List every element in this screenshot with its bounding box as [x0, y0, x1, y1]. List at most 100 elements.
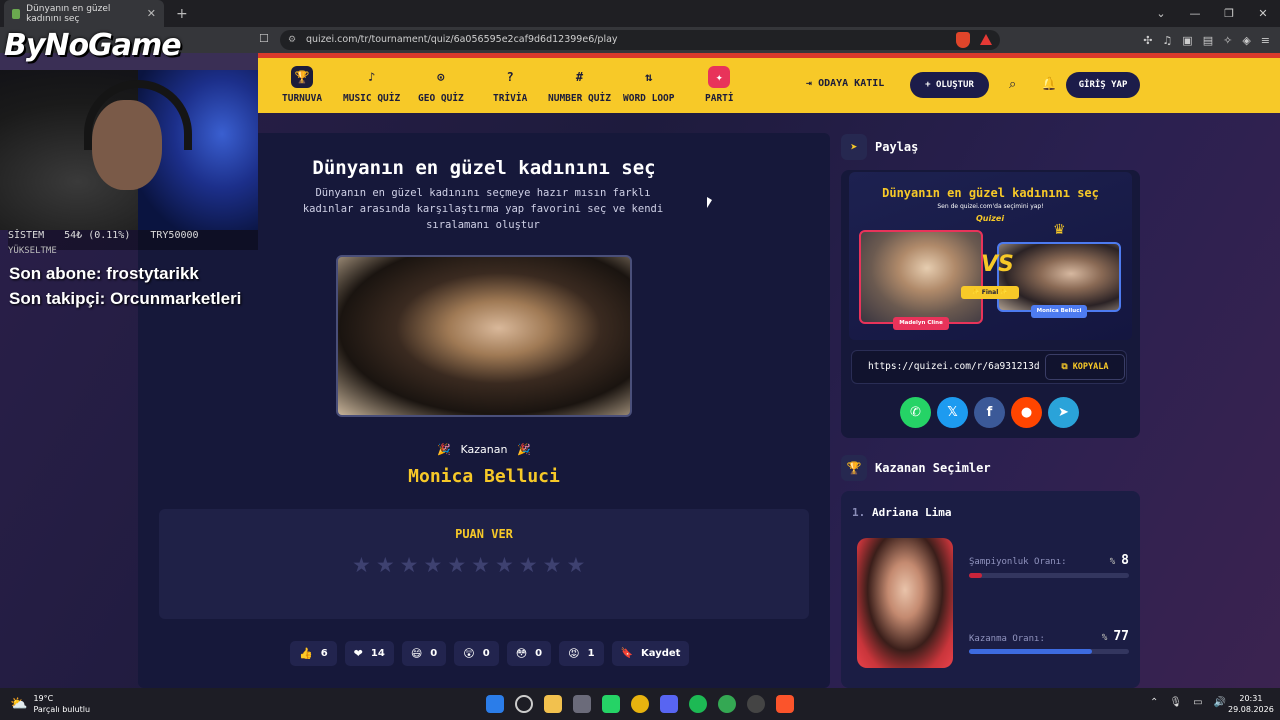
star-2[interactable]: ★	[376, 553, 395, 577]
reaction-button[interactable]: 😄 0	[401, 641, 447, 666]
champion-rate-fill	[969, 573, 982, 578]
reddit-icon[interactable]: ●	[1011, 397, 1042, 428]
wallet-icon[interactable]: ▤	[1203, 34, 1213, 47]
brave-shield-icon[interactable]	[956, 32, 970, 48]
share-panel: Dünyanın en güzel kadınını seç Sen de qu…	[841, 170, 1140, 438]
nav-item-geo-quiz[interactable]: ⊙ GEO QUİZ	[418, 66, 464, 104]
nav-item-trivia[interactable]: ? TRİVİA	[493, 66, 527, 104]
reaction-count: 14	[370, 648, 385, 659]
reaction-button[interactable]: 😡 1	[559, 641, 604, 666]
create-button[interactable]: + OLUŞTUR	[910, 72, 989, 98]
favicon-icon	[12, 8, 21, 19]
star-4[interactable]: ★	[423, 553, 442, 577]
winner-list-item[interactable]: 1. Adriana Lima Şampiyonluk Oranı: % 8 Ka…	[841, 491, 1140, 688]
minimize-icon[interactable]: —	[1178, 0, 1212, 27]
nav-item-turnuva[interactable]: 🏆 TURNUVA	[282, 66, 322, 104]
nav-item-parti[interactable]: ✦ PARTİ	[705, 66, 734, 104]
microphone-icon[interactable]: 🎙	[1169, 697, 1182, 708]
url-text: quizei.com/tr/tournament/quiz/6a056595e2…	[306, 34, 618, 45]
star-10[interactable]: ★	[566, 553, 585, 577]
brave-icon[interactable]	[776, 695, 794, 713]
social-buttons: ✆ 𝕏 f ● ➤	[900, 397, 1079, 428]
reaction-emoji: ❤	[353, 647, 363, 660]
champion-rate-value: % 8	[1110, 553, 1129, 568]
reaction-button[interactable]: 😲 0	[454, 641, 499, 666]
clock-time: 20:31	[1239, 694, 1263, 703]
star-9[interactable]: ★	[543, 553, 562, 577]
restore-icon[interactable]: ❐	[1212, 0, 1246, 27]
reaction-button[interactable]: ❤ 14	[344, 641, 394, 666]
copy-button[interactable]: ⧉ KOPYALA	[1045, 354, 1125, 380]
chrome-icon[interactable]	[631, 695, 649, 713]
facebook-icon[interactable]: f	[974, 397, 1005, 428]
winners-heading: 🏆 Kazanan Seçimler	[841, 455, 991, 481]
star-1[interactable]: ★	[352, 553, 371, 577]
search-icon[interactable]: ⌕	[1009, 77, 1016, 92]
search-icon[interactable]	[515, 695, 533, 713]
share-link[interactable]: https://quizei.com/r/6a931213d	[868, 351, 1044, 383]
file-explorer-icon[interactable]	[544, 695, 562, 713]
champion-rate-number: 8	[1121, 553, 1129, 568]
bookmark-icon[interactable]: ☐	[259, 32, 269, 45]
tray-chevron-icon[interactable]: ⌃	[1150, 697, 1158, 708]
star-rating[interactable]: ★ ★ ★ ★ ★ ★ ★ ★ ★ ★	[352, 553, 585, 577]
menu-icon[interactable]: ≡	[1261, 34, 1270, 47]
whatsapp-icon[interactable]: ✆	[900, 397, 931, 428]
sidebar-icon[interactable]: ▣	[1182, 34, 1192, 47]
vpn-icon[interactable]: ◈	[1242, 34, 1250, 47]
new-tab-icon[interactable]: +	[176, 6, 188, 22]
bookmark-icon: 🔖	[620, 648, 634, 659]
reaction-button[interactable]: 😳 0	[506, 641, 552, 666]
weather-widget[interactable]: ⛅ 19°C Parçalı bulutlu	[10, 693, 90, 715]
winner-rank: 1.	[852, 506, 866, 519]
x-icon[interactable]: 𝕏	[937, 397, 968, 428]
close-tab-icon[interactable]: ✕	[147, 7, 156, 20]
quizei-logo: Quizei	[976, 214, 1005, 223]
nav-item-word-loop[interactable]: ⇅ WORD LOOP	[623, 66, 674, 104]
star-6[interactable]: ★	[471, 553, 490, 577]
discord-icon[interactable]	[660, 695, 678, 713]
media-icon[interactable]: ♫	[1162, 34, 1172, 47]
spotify-icon[interactable]	[689, 695, 707, 713]
url-field[interactable]: ⚙ quizei.com/tr/tournament/quiz/6a056595…	[280, 30, 1000, 50]
tab-search-icon[interactable]: ⌄	[1144, 0, 1178, 27]
star-8[interactable]: ★	[519, 553, 538, 577]
nav-item-music-quiz[interactable]: ♪ MUSIC QUİZ	[343, 66, 400, 104]
join-room-button[interactable]: ⇥ ODAYA KATIL	[806, 78, 884, 89]
browser-tab[interactable]: Dünyanın en güzel kadınını seç ✕	[4, 0, 164, 27]
volume-icon[interactable]: 🔊	[1214, 697, 1226, 708]
sort-icon: ⇅	[645, 70, 653, 84]
winner-photo	[336, 255, 632, 417]
party-icon: ✦	[708, 66, 731, 88]
weather-desc: Parçalı bulutlu	[33, 705, 91, 714]
site-info-icon[interactable]: ⚙	[288, 30, 296, 50]
tab-title: Dünyanın en güzel kadınını seç	[26, 3, 111, 24]
leo-icon[interactable]: ✧	[1223, 34, 1232, 47]
obs-icon[interactable]	[747, 695, 765, 713]
star-7[interactable]: ★	[495, 553, 514, 577]
brave-rewards-icon[interactable]	[980, 34, 992, 45]
telegram-icon[interactable]: ➤	[1048, 397, 1079, 428]
close-window-icon[interactable]: ✕	[1246, 0, 1280, 27]
login-button[interactable]: GİRİŞ YAP	[1066, 72, 1140, 98]
taskbar-clock[interactable]: 20:31 29.08.2026	[1228, 693, 1274, 715]
reaction-button[interactable]: 👍 6	[290, 641, 337, 666]
store-icon[interactable]	[573, 695, 591, 713]
network-icon[interactable]: ▭	[1193, 697, 1202, 708]
extensions-icon[interactable]: ✣	[1143, 34, 1152, 47]
candidate-right-photo	[997, 242, 1121, 312]
cloud-sun-icon: ⛅	[10, 696, 28, 712]
share-card-title: Dünyanın en güzel kadınını seç	[882, 186, 1099, 200]
star-3[interactable]: ★	[400, 553, 419, 577]
whatsapp-app-icon[interactable]	[602, 695, 620, 713]
send-icon: ➤	[841, 134, 867, 160]
share-heading: ➤ Paylaş	[841, 134, 918, 160]
start-icon[interactable]	[486, 695, 504, 713]
save-button[interactable]: 🔖 Kaydet	[611, 641, 690, 666]
chrome-profile-icon[interactable]	[718, 695, 736, 713]
bell-icon[interactable]: 🔔	[1041, 77, 1057, 92]
nav-item-number-quiz[interactable]: # NUMBER QUİZ	[548, 66, 611, 104]
percent-sign: %	[1101, 633, 1108, 643]
star-5[interactable]: ★	[447, 553, 466, 577]
reaction-count: 0	[482, 648, 490, 659]
